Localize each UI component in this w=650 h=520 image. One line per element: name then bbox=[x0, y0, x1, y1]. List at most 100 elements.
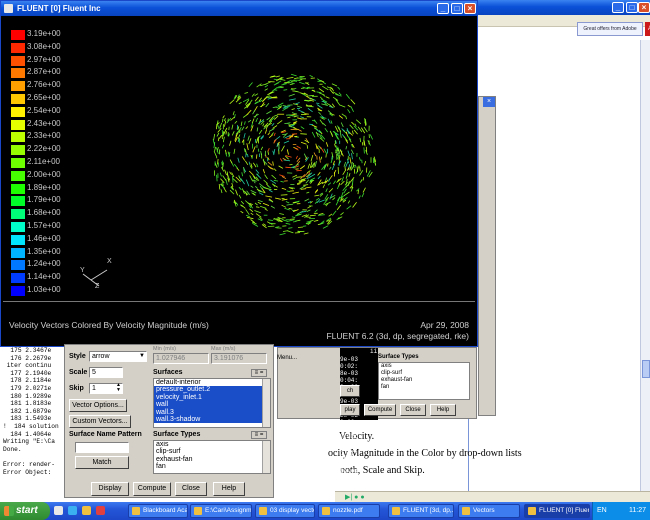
vector-arrow bbox=[232, 175, 234, 183]
vector-arrow bbox=[339, 104, 346, 108]
taskbar-task[interactable]: Vectors bbox=[458, 504, 520, 518]
vector-arrow bbox=[240, 200, 245, 205]
start-button[interactable]: start bbox=[0, 502, 50, 520]
surfaces-scrollbar[interactable] bbox=[262, 379, 270, 427]
surface-type-item[interactable]: axis bbox=[154, 441, 270, 448]
compute-button[interactable]: Compute bbox=[133, 482, 171, 496]
surface-type-item[interactable]: clip-surf bbox=[154, 448, 270, 455]
taskbar-task[interactable]: nozzle.pdf bbox=[318, 504, 380, 518]
scale-input[interactable]: 5 bbox=[89, 367, 123, 378]
vector-arrow bbox=[317, 78, 321, 82]
plot-date: Apr 29, 2008 bbox=[420, 320, 469, 330]
taskbar-task[interactable]: FLUENT [3d, dp,... bbox=[388, 504, 454, 518]
taskbar-task[interactable]: Blackboard Acad... bbox=[128, 504, 188, 518]
list-item[interactable]: clip-surf bbox=[381, 370, 469, 377]
surfaces-list[interactable]: default-interior pressure_outlet.2 velocit… bbox=[153, 378, 271, 428]
close-icon[interactable]: × bbox=[483, 97, 495, 107]
list-item[interactable]: exhaust-fan bbox=[381, 377, 469, 384]
maximize-button[interactable]: □ bbox=[451, 3, 463, 14]
vector-arrow bbox=[262, 202, 270, 206]
browser-scrollbar[interactable] bbox=[640, 40, 650, 500]
vector-options-button[interactable]: Vector Options... bbox=[69, 399, 127, 412]
vector-arrow bbox=[284, 82, 290, 84]
vector-arrow bbox=[259, 205, 267, 209]
close-button[interactable]: × bbox=[464, 3, 476, 14]
close-button[interactable]: × bbox=[638, 2, 650, 13]
minimize-button[interactable]: _ bbox=[612, 2, 624, 13]
vector-arrow bbox=[244, 121, 246, 125]
vector-arrow bbox=[325, 96, 330, 99]
back-compute-button[interactable]: Compute bbox=[364, 404, 396, 416]
quick-launch-icon[interactable] bbox=[82, 506, 91, 515]
vector-arrow bbox=[221, 144, 225, 149]
language-indicator[interactable]: EN bbox=[597, 502, 607, 520]
vector-arrow bbox=[309, 214, 316, 217]
clock[interactable]: 11:27 bbox=[629, 502, 646, 520]
adobe-ad-button[interactable]: Great offers from Adobe bbox=[577, 22, 643, 36]
back-ch-button[interactable]: ch bbox=[340, 385, 360, 397]
vector-arrow bbox=[298, 179, 306, 181]
browser-titlebar[interactable]: _ □ × bbox=[469, 0, 650, 15]
vector-arrow bbox=[219, 172, 222, 177]
list-item[interactable]: axis bbox=[381, 363, 469, 370]
list-item[interactable]: fan bbox=[381, 384, 469, 391]
surface-list-item[interactable]: pressure_outlet.2 bbox=[154, 386, 270, 394]
console-output[interactable]: 175 2.3467e 176 2.2679e iter continu 177… bbox=[0, 347, 66, 497]
vector-arrow bbox=[288, 219, 295, 222]
display-button[interactable]: Display bbox=[91, 482, 129, 496]
surfaces-select-buttons[interactable]: ≡ = bbox=[251, 369, 267, 377]
surface-types-scrollbar[interactable] bbox=[262, 441, 270, 473]
vector-arrow bbox=[303, 153, 308, 160]
match-button[interactable]: Match bbox=[75, 456, 129, 469]
quick-launch-icon[interactable] bbox=[68, 506, 77, 515]
style-label: Style bbox=[69, 353, 86, 360]
chevron-down-icon[interactable]: ▼ bbox=[139, 352, 145, 361]
help-button[interactable]: Help bbox=[213, 482, 245, 496]
minimize-button[interactable]: _ bbox=[437, 3, 449, 14]
vector-arrow bbox=[273, 179, 279, 182]
vector-arrow bbox=[307, 107, 313, 113]
taskbar-task[interactable]: 03 display vector-... bbox=[255, 504, 315, 518]
vector-arrow bbox=[262, 123, 265, 127]
surface-list-item[interactable]: wall bbox=[154, 401, 270, 409]
scale-label: Scale bbox=[69, 369, 88, 376]
surface-types-list[interactable]: axis clip-surf exhaust-fan fan bbox=[153, 440, 271, 474]
style-select[interactable]: arrow ▼ bbox=[89, 351, 147, 362]
quick-launch-icon[interactable] bbox=[96, 506, 105, 515]
quick-launch-icon[interactable] bbox=[54, 506, 63, 515]
back-display-button[interactable]: play bbox=[340, 404, 360, 416]
skip-stepper[interactable]: 1 ▲ ▼ bbox=[89, 383, 123, 394]
vector-arrow bbox=[300, 210, 307, 213]
vector-arrow bbox=[216, 123, 218, 130]
vector-arrow bbox=[349, 157, 352, 164]
vector-arrow bbox=[231, 124, 234, 130]
vector-arrow bbox=[219, 135, 222, 139]
vector-arrow bbox=[217, 127, 222, 133]
vector-arrow bbox=[297, 76, 304, 79]
back-close-button[interactable]: Close bbox=[400, 404, 426, 416]
surface-pattern-input[interactable] bbox=[75, 442, 129, 453]
browser-statusbar: ▶| ● ● bbox=[335, 491, 650, 502]
pager-icon[interactable]: ▶| ● ● bbox=[345, 493, 365, 501]
taskbar-task[interactable]: E:\Cari\Assignme... bbox=[190, 504, 252, 518]
taskbar-task[interactable]: FLUENT [0] Fluen... bbox=[524, 504, 590, 518]
surface-list-item[interactable]: wall.3-shadow bbox=[154, 416, 270, 424]
vector-arrow bbox=[281, 187, 287, 190]
vector-arrow bbox=[294, 102, 300, 105]
surface-types-select-buttons[interactable]: ≡ = bbox=[251, 431, 267, 439]
maximize-button[interactable]: □ bbox=[626, 2, 638, 13]
vector-arrow bbox=[311, 131, 316, 138]
surface-list-item[interactable]: velocity_inlet.1 bbox=[154, 393, 270, 402]
fluent-titlebar[interactable]: FLUENT [0] Fluent Inc _ □ × bbox=[1, 1, 477, 16]
graphics-viewport[interactable]: 3.19e+00 3.08e+00 2.97e+00 2.87e+00 2.76e+00… bbox=[3, 17, 475, 345]
back-help-button[interactable]: Help bbox=[430, 404, 456, 416]
spin-arrows-icon[interactable]: ▲ ▼ bbox=[116, 383, 121, 393]
back-surface-types-list[interactable]: axis clip-surf exhaust-fan fan bbox=[378, 362, 470, 400]
surface-list-item[interactable]: default-interior bbox=[154, 379, 270, 386]
close-dialog-button[interactable]: Close bbox=[175, 482, 207, 496]
custom-vectors-button[interactable]: Custom Vectors... bbox=[69, 415, 131, 428]
surface-type-item[interactable]: exhaust-fan bbox=[154, 456, 270, 463]
surface-list-item[interactable]: wall.3 bbox=[154, 408, 270, 417]
scrollbar-thumb[interactable] bbox=[642, 360, 650, 378]
surface-type-item[interactable]: fan bbox=[154, 463, 270, 470]
